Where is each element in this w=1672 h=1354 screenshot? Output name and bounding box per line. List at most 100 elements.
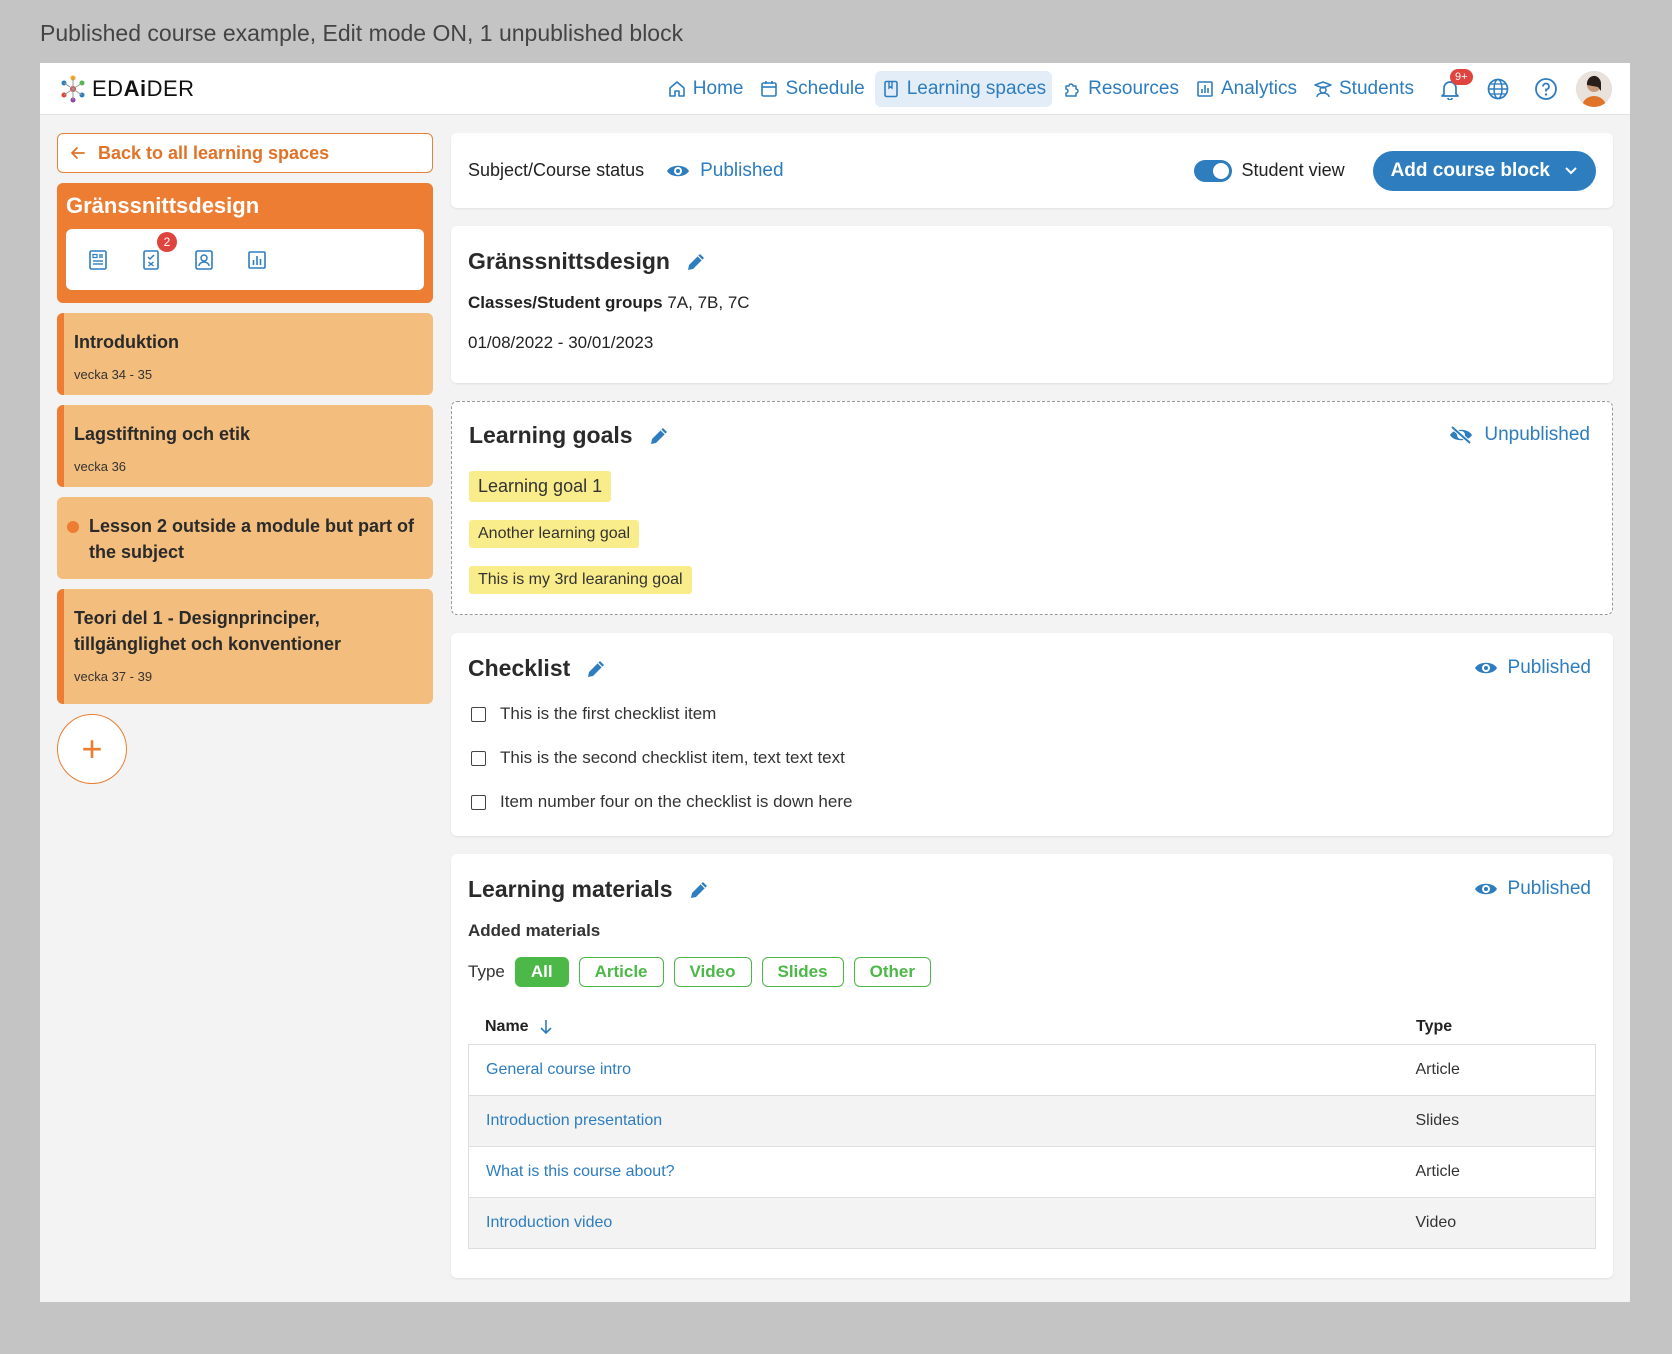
checklist-status[interactable]: Published — [1474, 657, 1591, 679]
help-icon — [1535, 77, 1557, 100]
table-row: What is this course about? Article — [468, 1146, 1596, 1198]
nav-students[interactable]: Students — [1307, 71, 1420, 107]
checkbox[interactable] — [471, 706, 486, 722]
table-row: Introduction presentation Slides — [468, 1095, 1596, 1147]
learning-goals-title: Learning goals — [469, 422, 1595, 449]
type-filter-bar: Type All Article Video Slides Other — [468, 957, 1596, 987]
nav-learning-spaces[interactable]: Learning spaces — [874, 70, 1053, 107]
materials-table-header: Name Type — [468, 1009, 1596, 1044]
nav-analytics[interactable]: Analytics — [1189, 71, 1303, 107]
material-type: Article — [1415, 1163, 1460, 1180]
home-icon — [668, 80, 685, 97]
filter-article[interactable]: Article — [578, 957, 664, 987]
material-link[interactable]: What is this course about? — [469, 1147, 1416, 1198]
lesson-item[interactable]: Lesson 2 outside a module but part of th… — [57, 497, 433, 579]
name-column-header[interactable]: Name — [468, 1018, 553, 1036]
chart-icon — [248, 250, 266, 269]
course-info-title: Gränssnittsdesign — [468, 248, 1596, 275]
module-item[interactable]: Teori del 1 - Designprinciper, tillgängl… — [57, 589, 433, 704]
add-module-button[interactable]: + — [57, 714, 127, 784]
goal-item: This is my 3rd learaning goal — [469, 566, 1595, 594]
course-status[interactable]: Published — [666, 160, 784, 182]
learning-materials-block: Learning materials Published Added mater… — [451, 854, 1613, 1278]
table-row: Introduction video Video — [468, 1197, 1596, 1249]
material-link[interactable]: Introduction video — [469, 1198, 1416, 1249]
course-tools: 2 — [66, 229, 424, 290]
type-column-header[interactable]: Type — [1416, 1018, 1596, 1036]
top-navigation: EDAiDER Home Schedule Learning spaces Re… — [40, 63, 1630, 115]
material-link[interactable]: General course intro — [469, 1045, 1416, 1096]
analytics-tool[interactable] — [245, 248, 269, 272]
material-type: Video — [1415, 1214, 1457, 1231]
module-title: Introduktion — [74, 332, 179, 352]
type-filter-label: Type — [468, 962, 505, 981]
calendar-icon — [761, 80, 778, 97]
module-title: Teori del 1 - Designprinciper, tillgängl… — [74, 608, 342, 654]
pencil-icon[interactable] — [687, 878, 711, 902]
learning-goals-status[interactable]: Unpublished — [1448, 424, 1590, 446]
filter-other[interactable]: Other — [853, 957, 931, 987]
student-view-control: Student view — [1193, 159, 1345, 182]
language-button[interactable] — [1480, 71, 1516, 107]
materials-subtitle: Added materials — [468, 921, 601, 940]
student-icon — [1314, 80, 1332, 97]
course-overview-tool[interactable] — [86, 248, 110, 272]
checklist-items: This is the first checklist item This is… — [468, 692, 1596, 824]
filter-video[interactable]: Video — [673, 957, 752, 987]
goal-item: Another learning goal — [469, 520, 1595, 548]
help-button[interactable] — [1528, 71, 1564, 107]
checklist-doc-icon — [143, 249, 159, 270]
course-card: Gränssnittsdesign 2 — [57, 183, 433, 303]
lesson-dot — [67, 521, 79, 533]
edaider-logo[interactable]: EDAiDER — [58, 72, 195, 106]
nav-home[interactable]: Home — [661, 71, 750, 107]
module-item[interactable]: Lagstiftning och etik vecka 36 — [57, 405, 433, 487]
checkbox[interactable] — [471, 750, 486, 766]
checklist-item: This is the first checklist item — [468, 692, 1596, 736]
globe-icon — [1487, 78, 1509, 99]
module-item[interactable]: Introduktion vecka 34 - 35 — [57, 313, 433, 395]
material-type: Article — [1415, 1061, 1460, 1078]
materials-status[interactable]: Published — [1474, 878, 1591, 900]
course-info-block: Gränssnittsdesign Classes/Student groups… — [451, 226, 1613, 383]
analytics-icon — [1197, 80, 1213, 97]
student-view-toggle[interactable] — [1193, 159, 1232, 182]
goal-item: Learning goal 1 — [469, 471, 1595, 502]
eye-off-icon — [1450, 425, 1473, 445]
filter-slides[interactable]: Slides — [761, 957, 844, 987]
book-icon — [883, 80, 898, 97]
students-tool[interactable] — [192, 248, 216, 272]
filter-all[interactable]: All — [514, 957, 569, 987]
notifications-button[interactable]: 9+ — [1432, 68, 1473, 107]
student-card-icon — [195, 249, 213, 270]
module-week: vecka 36 — [74, 459, 127, 474]
learning-materials-title: Learning materials — [468, 876, 1596, 903]
eye-icon — [667, 165, 690, 176]
chevron-down-icon — [1565, 166, 1577, 174]
arrow-down-icon — [540, 1019, 552, 1034]
pencil-icon[interactable] — [647, 424, 671, 448]
status-label: Subject/Course status — [468, 160, 645, 180]
add-course-block-button[interactable]: Add course block — [1372, 150, 1596, 191]
table-row: General course intro Article — [468, 1044, 1596, 1096]
pencil-icon[interactable] — [684, 250, 708, 274]
lesson-title: Lesson 2 outside a module but part of th… — [89, 516, 415, 562]
material-link[interactable]: Introduction presentation — [469, 1096, 1416, 1147]
notification-badge: 9+ — [1450, 68, 1473, 85]
materials-table: General course intro Article Introductio… — [468, 1044, 1596, 1249]
nav-schedule[interactable]: Schedule — [753, 71, 870, 107]
pencil-icon[interactable] — [584, 657, 608, 681]
assignments-badge: 2 — [157, 231, 177, 252]
eye-icon — [1474, 662, 1497, 674]
arrow-left-icon — [71, 147, 85, 159]
eye-icon — [1474, 883, 1497, 895]
back-to-learning-spaces-button[interactable]: Back to all learning spaces — [57, 133, 433, 173]
course-sidebar: Back to all learning spaces Gränssnittsd… — [57, 133, 433, 784]
nav-resources[interactable]: Resources — [1056, 71, 1185, 107]
user-avatar[interactable] — [1576, 70, 1612, 107]
app-window: EDAiDER Home Schedule Learning spaces Re… — [40, 63, 1630, 1302]
checkbox[interactable] — [471, 794, 486, 810]
course-status-bar: Subject/Course status Published Student … — [451, 133, 1613, 208]
module-title: Lagstiftning och etik — [74, 424, 251, 444]
assignments-tool[interactable]: 2 — [139, 231, 177, 272]
